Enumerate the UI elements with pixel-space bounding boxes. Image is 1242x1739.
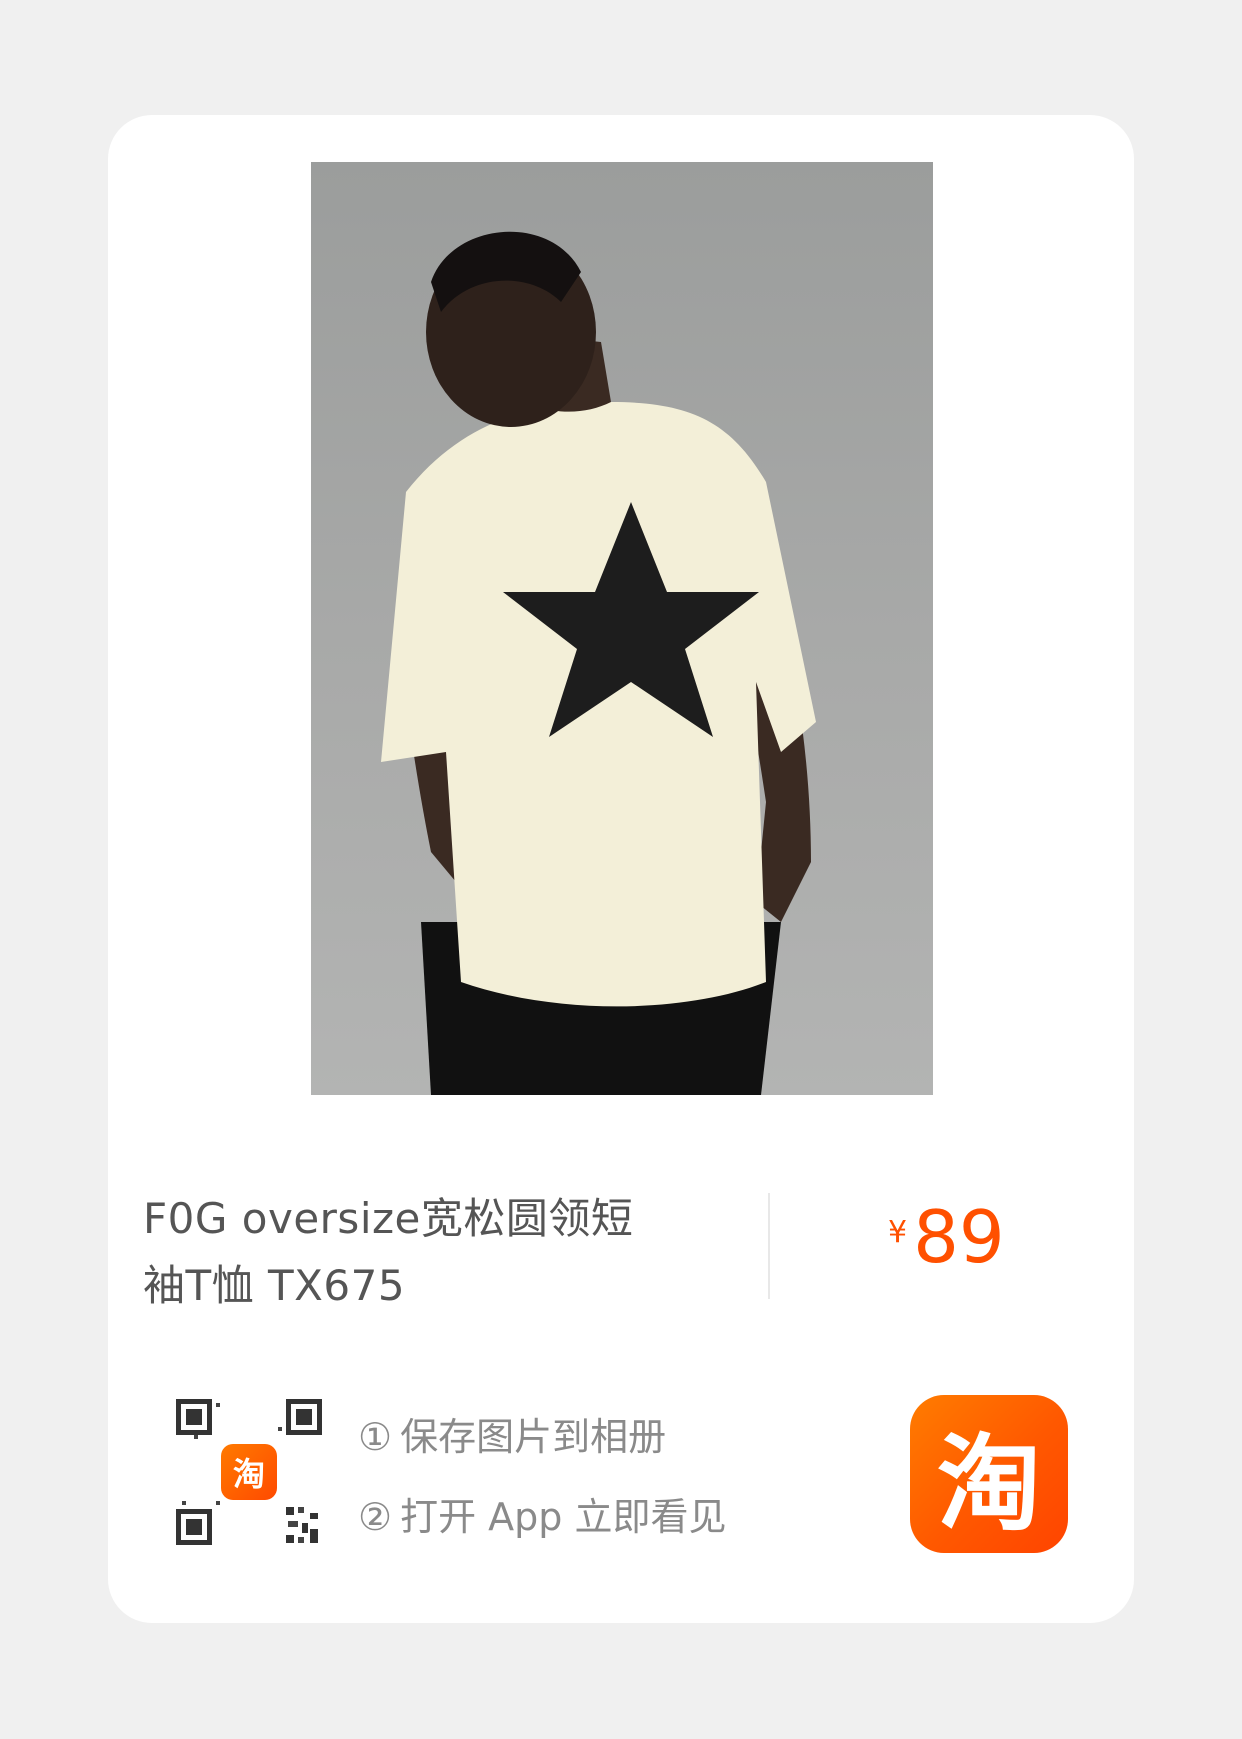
product-price: ¥89	[888, 1195, 1005, 1279]
product-title[interactable]: F0G oversize宽松圆领短 袖T恤 TX675	[143, 1185, 683, 1319]
taobao-app-icon[interactable]: 淘	[910, 1395, 1068, 1553]
instruction-step-2: ② 打开 App 立即看见	[358, 1477, 726, 1557]
share-card: F0G oversize宽松圆领短 袖T恤 TX675 ¥89 淘 ① 保存图片…	[108, 115, 1134, 1623]
product-image[interactable]	[311, 162, 933, 1095]
product-title-line1: F0G oversize宽松圆领短	[143, 1194, 634, 1243]
price-amount: 89	[913, 1195, 1005, 1279]
qr-taobao-logo: 淘	[221, 1444, 277, 1500]
qr-code[interactable]: 淘	[174, 1397, 324, 1547]
step-1-number: ①	[358, 1415, 393, 1459]
step-1-text: 保存图片到相册	[400, 1415, 667, 1459]
step-2-text: 打开 App 立即看见	[400, 1495, 727, 1539]
product-photo-illustration	[381, 231, 816, 1095]
step-2-number: ②	[358, 1495, 393, 1539]
instruction-step-1: ① 保存图片到相册	[358, 1397, 726, 1477]
divider	[768, 1193, 770, 1299]
product-title-line2: 袖T恤 TX675	[143, 1261, 406, 1310]
currency-symbol: ¥	[888, 1215, 908, 1250]
instructions: ① 保存图片到相册 ② 打开 App 立即看见	[358, 1397, 726, 1557]
